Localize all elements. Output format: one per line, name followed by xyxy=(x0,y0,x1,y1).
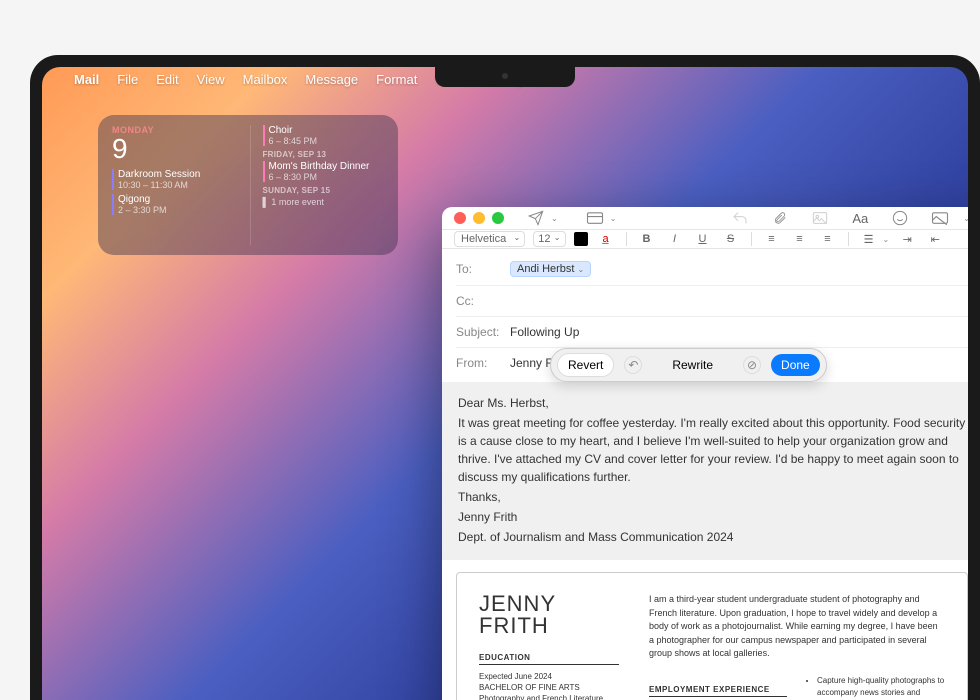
cv-bullets: Capture high-quality photographs to acco… xyxy=(807,675,945,700)
image-menu-chevron-icon[interactable]: ⌄ xyxy=(963,214,968,223)
calendar-more-indicator: ▌ 1 more event xyxy=(263,197,385,207)
menu-mailbox[interactable]: Mailbox xyxy=(243,72,288,87)
screen: Mail File Edit View Mailbox Message Form… xyxy=(42,67,968,700)
from-field-row[interactable]: From: Jenny Fri Revert ↶ Rewrite ⊘ Done xyxy=(456,348,968,382)
body-greeting: Dear Ms. Herbst, xyxy=(458,394,966,412)
reply-icon[interactable] xyxy=(727,207,753,229)
text-color-button[interactable]: a̲ xyxy=(596,230,616,248)
format-text-icon[interactable]: Aa xyxy=(847,207,873,229)
send-icon[interactable] xyxy=(523,207,549,229)
send-menu-chevron-icon[interactable]: ⌄ xyxy=(551,214,558,223)
align-right-icon[interactable]: ≡ xyxy=(818,230,838,248)
menu-edit[interactable]: Edit xyxy=(156,72,178,87)
cv-employment-heading: EMPLOYMENT EXPERIENCE xyxy=(649,685,787,697)
from-label: From: xyxy=(456,356,510,370)
zoom-button[interactable] xyxy=(492,212,504,224)
next-suggestion-icon[interactable]: ⊘ xyxy=(743,356,761,374)
list-button[interactable]: ☰ xyxy=(859,230,879,248)
mail-compose-window: ⌄ ⌄ Aa ⌄ Helve xyxy=(442,207,968,700)
header-menu-chevron-icon[interactable]: ⌄ xyxy=(610,214,617,223)
body-signature-dept: Dept. of Journalism and Mass Communicati… xyxy=(458,528,966,546)
bold-button[interactable]: B xyxy=(637,230,657,248)
done-button[interactable]: Done xyxy=(771,354,820,376)
laptop-bezel: Mail File Edit View Mailbox Message Form… xyxy=(30,55,980,700)
app-menu[interactable]: Mail xyxy=(74,72,99,87)
calendar-upcoming-column: Choir 6 – 8:45 PM FRIDAY, SEP 13 Mom's B… xyxy=(250,125,385,245)
previous-suggestion-icon[interactable]: ↶ xyxy=(624,356,642,374)
insert-image-icon[interactable] xyxy=(927,207,953,229)
revert-button[interactable]: Revert xyxy=(557,353,614,377)
cv-summary: I am a third-year student undergraduate … xyxy=(649,593,945,661)
to-label: To: xyxy=(456,262,510,276)
text-color-swatch[interactable] xyxy=(574,232,588,246)
camera-dot xyxy=(502,73,508,79)
underline-button[interactable]: U xyxy=(693,230,713,248)
close-button[interactable] xyxy=(454,212,466,224)
calendar-event: Qigong 2 – 3:30 PM xyxy=(112,194,234,215)
message-body[interactable]: Dear Ms. Herbst, It was great meeting fo… xyxy=(442,382,968,560)
recipient-token[interactable]: Andi Herbst xyxy=(510,261,591,277)
subject-field-row[interactable]: Subject: Following Up xyxy=(456,317,968,348)
calendar-today-column: MONDAY 9 Darkroom Session 10:30 – 11:30 … xyxy=(112,125,234,245)
menu-view[interactable]: View xyxy=(197,72,225,87)
writing-tools-popup: Revert ↶ Rewrite ⊘ Done xyxy=(550,348,827,382)
calendar-date: 9 xyxy=(112,133,234,165)
menu-message[interactable]: Message xyxy=(305,72,358,87)
cv-education-heading: EDUCATION xyxy=(479,653,619,665)
compose-header-fields: To: Andi Herbst Cc: Subject: Following U… xyxy=(442,249,968,382)
traffic-lights xyxy=(454,212,504,224)
body-paragraph: It was great meeting for coffee yesterda… xyxy=(458,414,966,486)
menu-file[interactable]: File xyxy=(117,72,138,87)
minimize-button[interactable] xyxy=(473,212,485,224)
align-left-icon[interactable]: ≡ xyxy=(762,230,782,248)
cv-name: JENNYFRITH xyxy=(479,593,619,637)
calendar-widget[interactable]: MONDAY 9 Darkroom Session 10:30 – 11:30 … xyxy=(98,115,398,255)
font-size-select[interactable]: 12 xyxy=(533,231,565,247)
calendar-event: Choir 6 – 8:45 PM xyxy=(263,125,385,146)
display-notch xyxy=(435,67,575,87)
italic-button[interactable]: I xyxy=(665,230,685,248)
attach-icon[interactable] xyxy=(767,207,793,229)
strikethrough-button[interactable]: S xyxy=(721,230,741,248)
body-closing: Thanks, xyxy=(458,488,966,506)
photo-browser-icon[interactable] xyxy=(807,207,833,229)
calendar-event: Darkroom Session 10:30 – 11:30 AM xyxy=(112,169,234,190)
cv-attachment[interactable]: JENNYFRITH EDUCATION Expected June 2024 … xyxy=(456,572,968,700)
align-center-icon[interactable]: ≡ xyxy=(790,230,810,248)
body-signature-name: Jenny Frith xyxy=(458,508,966,526)
font-family-select[interactable]: Helvetica xyxy=(454,231,525,247)
emoji-icon[interactable] xyxy=(887,207,913,229)
subject-label: Subject: xyxy=(456,325,510,339)
indent-right-icon[interactable]: ⇥ xyxy=(897,230,917,248)
window-titlebar[interactable]: ⌄ ⌄ Aa ⌄ xyxy=(442,207,968,230)
subject-input[interactable]: Following Up xyxy=(510,325,968,339)
header-fields-icon[interactable] xyxy=(582,207,608,229)
indent-left-icon[interactable]: ⇤ xyxy=(925,230,945,248)
to-field-row[interactable]: To: Andi Herbst xyxy=(456,253,968,286)
cc-label: Cc: xyxy=(456,294,510,308)
cv-education-item: Expected June 2024 BACHELOR OF FINE ARTS… xyxy=(479,671,619,700)
calendar-event: Mom's Birthday Dinner 6 – 8:30 PM xyxy=(263,161,385,182)
cc-field-row[interactable]: Cc: xyxy=(456,286,968,317)
format-bar: Helvetica 12 a̲ B I U S ≡ ≡ ≡ ☰⌄ ⇥ ⇤ xyxy=(442,230,968,249)
menu-format[interactable]: Format xyxy=(376,72,417,87)
rewrite-label[interactable]: Rewrite xyxy=(652,358,733,372)
